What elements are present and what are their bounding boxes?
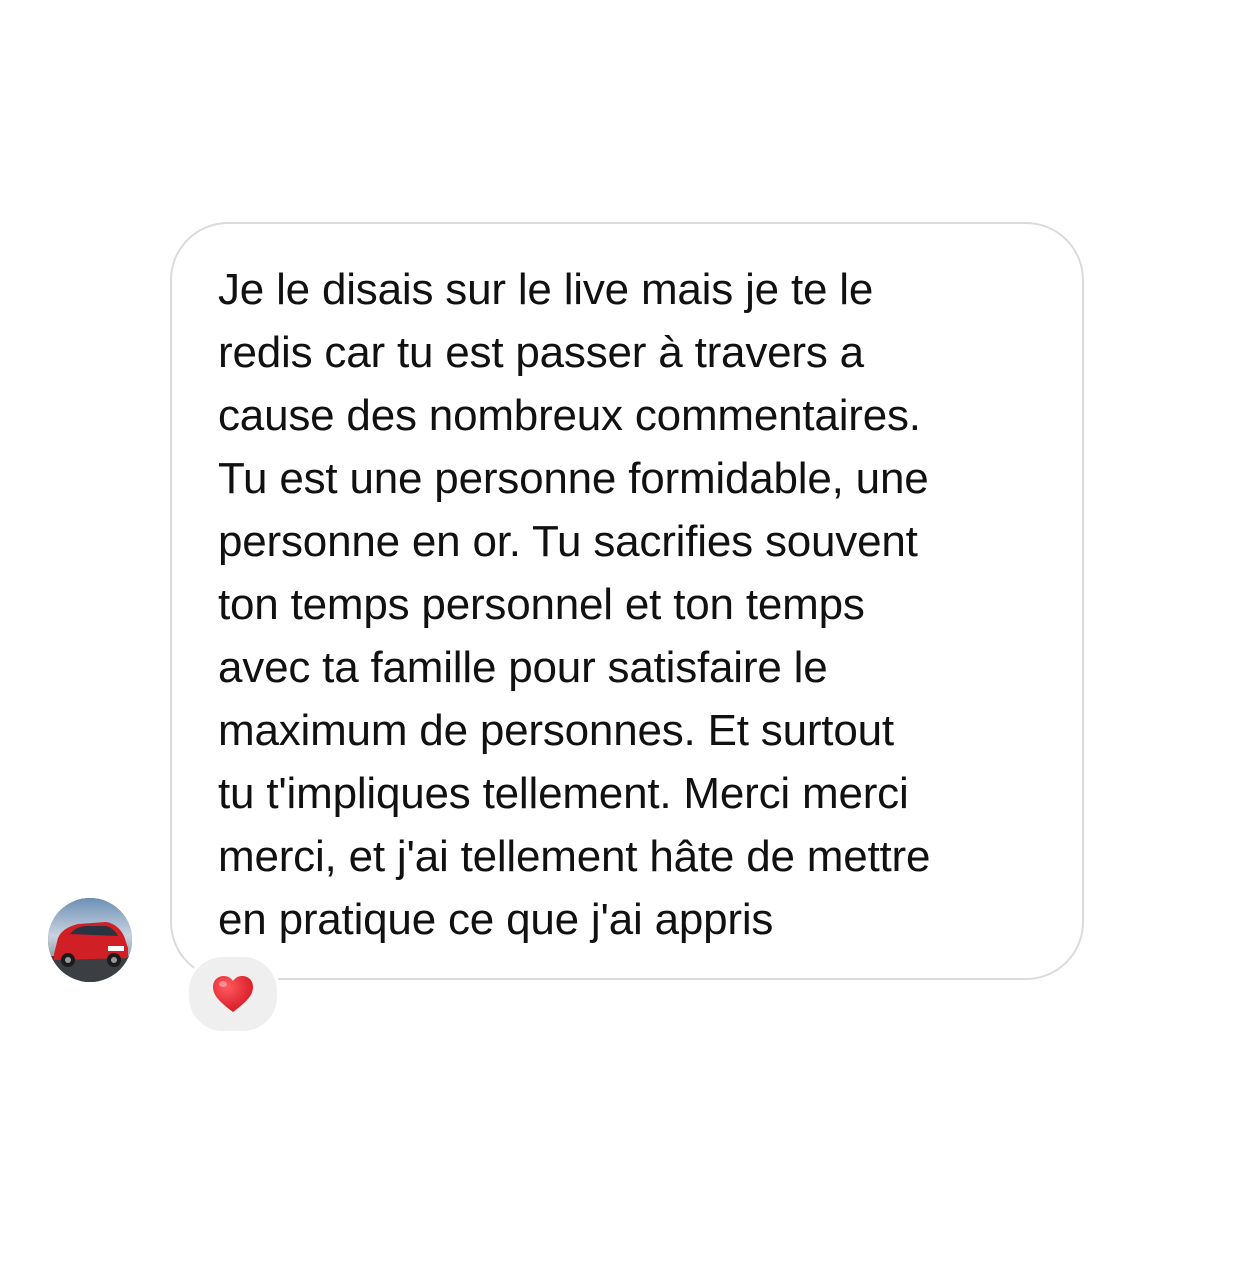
red-heart-icon: [213, 976, 253, 1012]
message-line: redis car tu est passer à travers a: [218, 328, 864, 377]
message-line: ton temps personnel et ton temps: [218, 580, 865, 629]
red-car-avatar-icon: [48, 898, 132, 982]
message-thread: Je le disais sur le live mais je te le r…: [0, 0, 1242, 1272]
message-line: avec ta famille pour satisfaire le: [218, 643, 828, 692]
message-line: personne en or. Tu sacrifies souvent: [218, 517, 918, 566]
message-line: merci, et j'ai tellement hâte de mettre: [218, 832, 931, 881]
message-line: tu t'impliques tellement. Merci merci: [218, 769, 909, 818]
message-line: Je le disais sur le live mais je te le: [218, 265, 874, 314]
sender-avatar[interactable]: [48, 898, 132, 982]
message-line: en pratique ce que j'ai appris: [218, 895, 774, 944]
message-line: Tu est une personne formidable, une: [218, 454, 929, 503]
message-line: maximum de personnes. Et surtout: [218, 706, 894, 755]
message-line: cause des nombreux commentaires.: [218, 391, 921, 440]
reaction-badge[interactable]: [186, 954, 280, 1034]
message-bubble[interactable]: Je le disais sur le live mais je te le r…: [170, 222, 1084, 980]
